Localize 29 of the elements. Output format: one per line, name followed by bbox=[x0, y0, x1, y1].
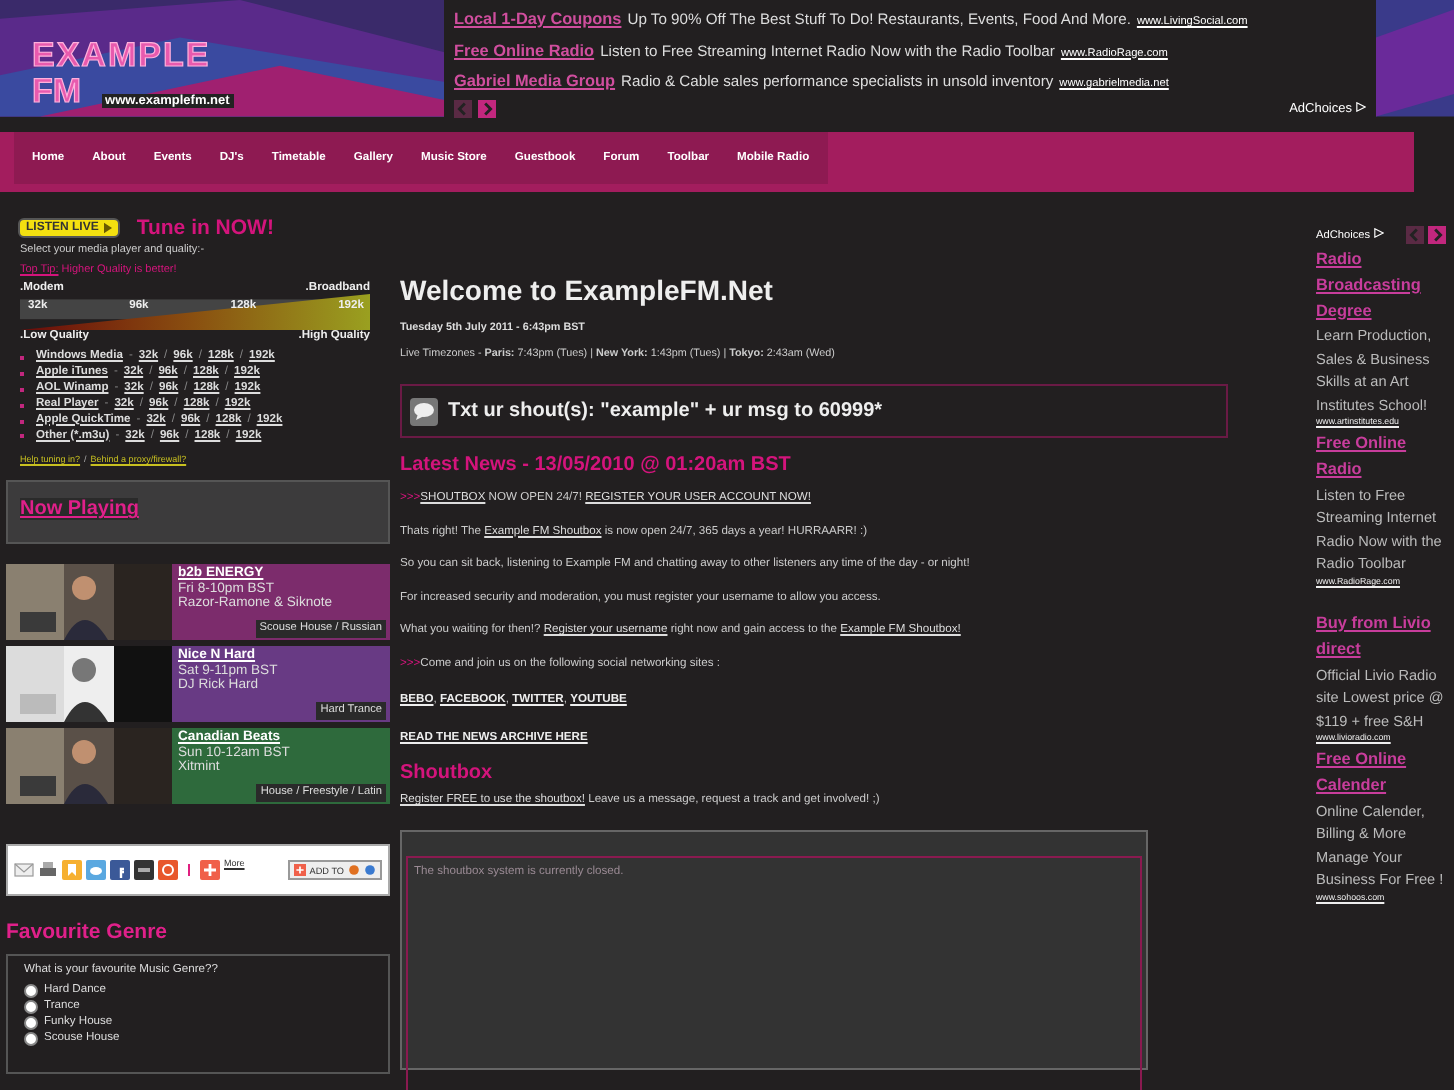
ad-link[interactable]: Free Online Calender bbox=[1316, 748, 1454, 800]
ad-link[interactable]: Free Online Radio bbox=[1316, 432, 1454, 484]
ad-link[interactable]: Radio Broadcasting Degree bbox=[1316, 248, 1454, 325]
news-heading: Latest News - 13/05/2010 @ 01:20am BST bbox=[400, 454, 793, 476]
favourite-genre-heading: Favourite Genre bbox=[6, 920, 170, 945]
radio-button[interactable] bbox=[24, 1031, 38, 1046]
chat-bubble-icon bbox=[410, 397, 438, 425]
ad-link[interactable]: Gabriel Media Group bbox=[454, 72, 616, 90]
print-icon[interactable] bbox=[38, 860, 58, 881]
shoutbox-heading: Shoutbox bbox=[400, 762, 495, 784]
divider-icon bbox=[188, 864, 190, 877]
radio-button[interactable] bbox=[24, 1015, 38, 1030]
tune-in-heading: Tune in NOW! bbox=[136, 216, 274, 240]
next-icon[interactable] bbox=[478, 99, 496, 117]
radio-button[interactable] bbox=[24, 999, 38, 1014]
triangle-icon bbox=[1374, 228, 1385, 238]
ad-link[interactable]: Local 1-Day Coupons bbox=[454, 10, 622, 28]
social-icon[interactable] bbox=[134, 860, 154, 881]
welcome-heading: Welcome to ExampleFM.Net bbox=[400, 274, 775, 306]
ad-link[interactable]: Buy from Livio direct bbox=[1316, 611, 1454, 664]
triangle-icon bbox=[1356, 101, 1366, 111]
plus-icon[interactable] bbox=[200, 860, 220, 881]
email-icon[interactable] bbox=[14, 860, 34, 881]
facebook-icon[interactable] bbox=[110, 860, 130, 881]
radio-button[interactable] bbox=[24, 983, 38, 998]
ad-link[interactable]: Free Online Radio bbox=[454, 41, 595, 59]
sms-text: Txt ur shout(s): "example" + ur msg to 60999* bbox=[448, 400, 883, 422]
next-icon[interactable] bbox=[1428, 226, 1447, 244]
plus-icon bbox=[293, 864, 306, 877]
